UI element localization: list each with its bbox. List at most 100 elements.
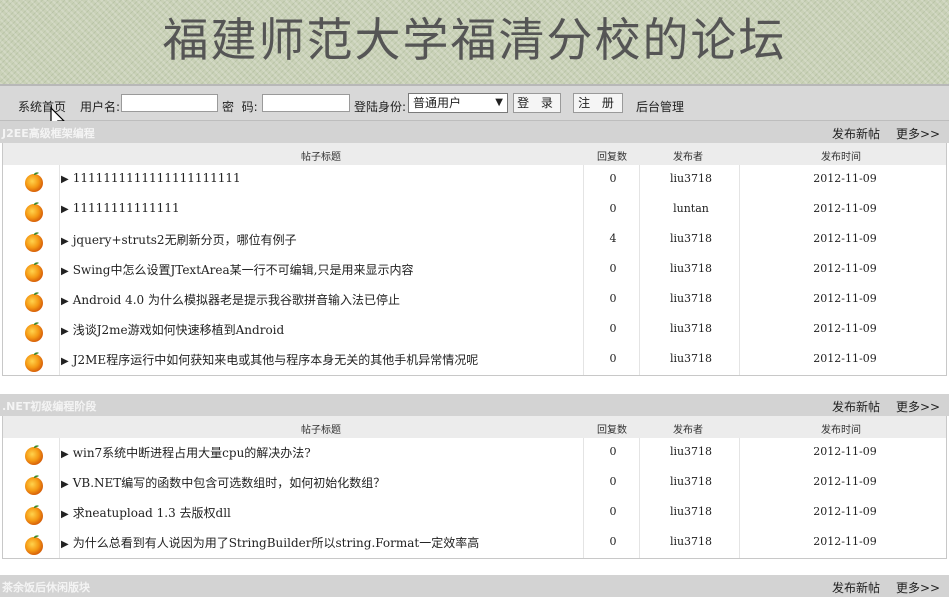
post-title-link[interactable]: ▶ 11111111111111 xyxy=(61,201,180,215)
orange-icon xyxy=(23,321,45,343)
admin-link[interactable]: 后台管理 xyxy=(636,98,684,115)
col-time: 发布时间 xyxy=(821,425,861,436)
post-title: 浅谈J2me游戏如何快速移植到Android xyxy=(72,323,285,337)
post-author: liu3718 xyxy=(669,505,713,518)
post-replies: 4 xyxy=(609,232,617,245)
col-title: 帖子标题 xyxy=(301,152,341,163)
triangle-right-icon: ▶ xyxy=(61,174,69,185)
new-post-link[interactable]: 发布新帖 xyxy=(832,398,880,415)
post-author: liu3718 xyxy=(669,475,713,488)
post-time: 2012-11-09 xyxy=(813,505,877,518)
post-title-link[interactable]: ▶ J2ME程序运行中如何获知来电或其他与程序本身无关的其他手机异常情况呢 xyxy=(61,351,478,368)
post-author: liu3718 xyxy=(669,232,713,245)
orange-icon xyxy=(23,534,45,556)
post-list: ▶ win7系统中断进程占用大量cpu的解决办法? 0 liu3718 2012-11-… xyxy=(3,438,946,558)
section-table: 帖子标题 回复数 发布者 发布时间 ▶ win7系统中断进程占用大量cpu的解决办… xyxy=(2,416,947,559)
col-author: 发布者 xyxy=(673,152,703,163)
post-row: ▶ Swing中怎么设置JTextArea某一行不可编辑,只是用来显示内容 0 liu… xyxy=(3,255,946,285)
post-author: liu3718 xyxy=(669,535,713,548)
post-title: Swing中怎么设置JTextArea某一行不可编辑,只是用来显示内容 xyxy=(72,263,414,277)
post-title-link[interactable]: ▶ 为什么总看到有人说因为用了StringBuilder所以string.Form… xyxy=(61,534,479,551)
orange-icon xyxy=(23,504,45,526)
post-time: 2012-11-09 xyxy=(813,445,877,458)
triangle-right-icon: ▶ xyxy=(61,326,69,337)
post-author: luntan xyxy=(673,202,709,215)
username-label: 用户名: xyxy=(80,100,121,114)
post-replies: 0 xyxy=(609,202,617,215)
post-time: 2012-11-09 xyxy=(813,172,877,185)
triangle-right-icon: ▶ xyxy=(61,509,69,520)
post-replies: 0 xyxy=(609,292,617,305)
post-time: 2012-11-09 xyxy=(813,535,877,548)
register-button[interactable]: 注 册 xyxy=(573,93,623,113)
post-title: 为什么总看到有人说因为用了StringBuilder所以string.Forma… xyxy=(72,536,480,550)
triangle-right-icon: ▶ xyxy=(61,236,69,247)
post-title-link[interactable]: ▶ 求neatupload 1.3 去版权dll xyxy=(61,504,231,521)
more-link[interactable]: 更多>> xyxy=(896,125,940,142)
section-header: .NET初级编程阶段 发布新帖 更多>> xyxy=(0,394,949,416)
post-row: ▶ Android 4.0 为什么模拟器老是提示我谷歌拼音输入法已停止 0 liu37… xyxy=(3,285,946,315)
post-title-link[interactable]: ▶ win7系统中断进程占用大量cpu的解决办法? xyxy=(61,444,311,461)
login-bar: 系统首页 用户名: 密 码: 登陆身份: 普通用户 ▼ 登 录 注 册 后台管理 xyxy=(0,86,949,121)
post-time: 2012-11-09 xyxy=(813,352,877,365)
col-replies: 回复数 xyxy=(597,152,627,163)
triangle-right-icon: ▶ xyxy=(61,479,69,490)
table-header: 帖子标题 回复数 发布者 发布时间 xyxy=(3,416,946,438)
orange-icon xyxy=(23,444,45,466)
post-row: ▶ VB.NET编写的函数中包含可选数组时，如何初始化数组？ 0 liu3718 201… xyxy=(3,468,946,498)
section-title[interactable]: .NET初级编程阶段 xyxy=(2,398,96,414)
post-row: ▶ 11111111111111 0 luntan 2012-11-09 xyxy=(3,195,946,225)
password-input[interactable] xyxy=(262,94,350,112)
post-author: liu3718 xyxy=(669,172,713,185)
dropdown-arrow-icon: ▼ xyxy=(495,97,503,108)
orange-icon xyxy=(23,231,45,253)
col-time: 发布时间 xyxy=(821,152,861,163)
post-author: liu3718 xyxy=(669,262,713,275)
triangle-right-icon: ▶ xyxy=(61,356,69,367)
new-post-link[interactable]: 发布新帖 xyxy=(832,125,880,142)
post-replies: 0 xyxy=(609,535,617,548)
post-author: liu3718 xyxy=(669,322,713,335)
section-table: 帖子标题 回复数 发布者 发布时间 ▶ 111111111111111111111… xyxy=(2,143,947,376)
forum-section: J2EE高级框架编程 发布新帖 更多>> 帖子标题 回复数 发布者 发布时间 ▶… xyxy=(0,121,949,376)
role-label: 登陆身份: xyxy=(354,100,407,114)
post-author: liu3718 xyxy=(669,292,713,305)
username-input[interactable] xyxy=(121,94,218,112)
col-author: 发布者 xyxy=(673,425,703,436)
role-select[interactable]: 普通用户 ▼ xyxy=(408,93,508,113)
more-link[interactable]: 更多>> xyxy=(896,579,940,596)
orange-icon xyxy=(23,201,45,223)
col-replies: 回复数 xyxy=(597,425,627,436)
post-title-link[interactable]: ▶ VB.NET编写的函数中包含可选数组时，如何初始化数组？ xyxy=(61,474,385,491)
forum-banner: 福建师范大学福清分校的论坛 xyxy=(0,0,949,86)
section-header: 茶余饭后休闲版块 发布新帖 更多>> xyxy=(0,575,949,597)
orange-icon xyxy=(23,291,45,313)
post-title-link[interactable]: ▶ Swing中怎么设置JTextArea某一行不可编辑,只是用来显示内容 xyxy=(61,261,414,278)
post-replies: 0 xyxy=(609,445,617,458)
post-title-link[interactable]: ▶ jquery+struts2无刷新分页，哪位有例子 xyxy=(61,231,297,248)
post-time: 2012-11-09 xyxy=(813,202,877,215)
post-title: J2ME程序运行中如何获知来电或其他与程序本身无关的其他手机异常情况呢 xyxy=(72,353,479,367)
post-time: 2012-11-09 xyxy=(813,262,877,275)
post-title-link[interactable]: ▶ Android 4.0 为什么模拟器老是提示我谷歌拼音输入法已停止 xyxy=(61,291,400,308)
new-post-link[interactable]: 发布新帖 xyxy=(832,579,880,596)
post-title-link[interactable]: ▶ 1111111111111111111111 xyxy=(61,171,241,185)
section-header: J2EE高级框架编程 发布新帖 更多>> xyxy=(0,121,949,143)
login-button[interactable]: 登 录 xyxy=(513,93,561,113)
post-row: ▶ 求neatupload 1.3 去版权dll 0 liu3718 2012-11-0… xyxy=(3,498,946,528)
post-title-link[interactable]: ▶ 浅谈J2me游戏如何快速移植到Android xyxy=(61,321,284,338)
post-list: ▶ 1111111111111111111111 0 liu3718 2012-11-0… xyxy=(3,165,946,375)
post-row: ▶ 为什么总看到有人说因为用了StringBuilder所以string.Form… xyxy=(3,528,946,558)
more-link[interactable]: 更多>> xyxy=(896,398,940,415)
post-replies: 0 xyxy=(609,322,617,335)
post-replies: 0 xyxy=(609,352,617,365)
role-selected-value: 普通用户 xyxy=(413,96,462,110)
post-row: ▶ 浅谈J2me游戏如何快速移植到Android 0 liu3718 2012-11-0… xyxy=(3,315,946,345)
post-title: jquery+struts2无刷新分页，哪位有例子 xyxy=(72,233,297,247)
post-title: 1111111111111111111111 xyxy=(72,171,241,185)
orange-icon xyxy=(23,474,45,496)
post-row: ▶ jquery+struts2无刷新分页，哪位有例子 4 liu3718 2012-1… xyxy=(3,225,946,255)
section-title[interactable]: J2EE高级框架编程 xyxy=(2,125,95,141)
post-title: VB.NET编写的函数中包含可选数组时，如何初始化数组？ xyxy=(72,476,386,490)
post-replies: 0 xyxy=(609,475,617,488)
